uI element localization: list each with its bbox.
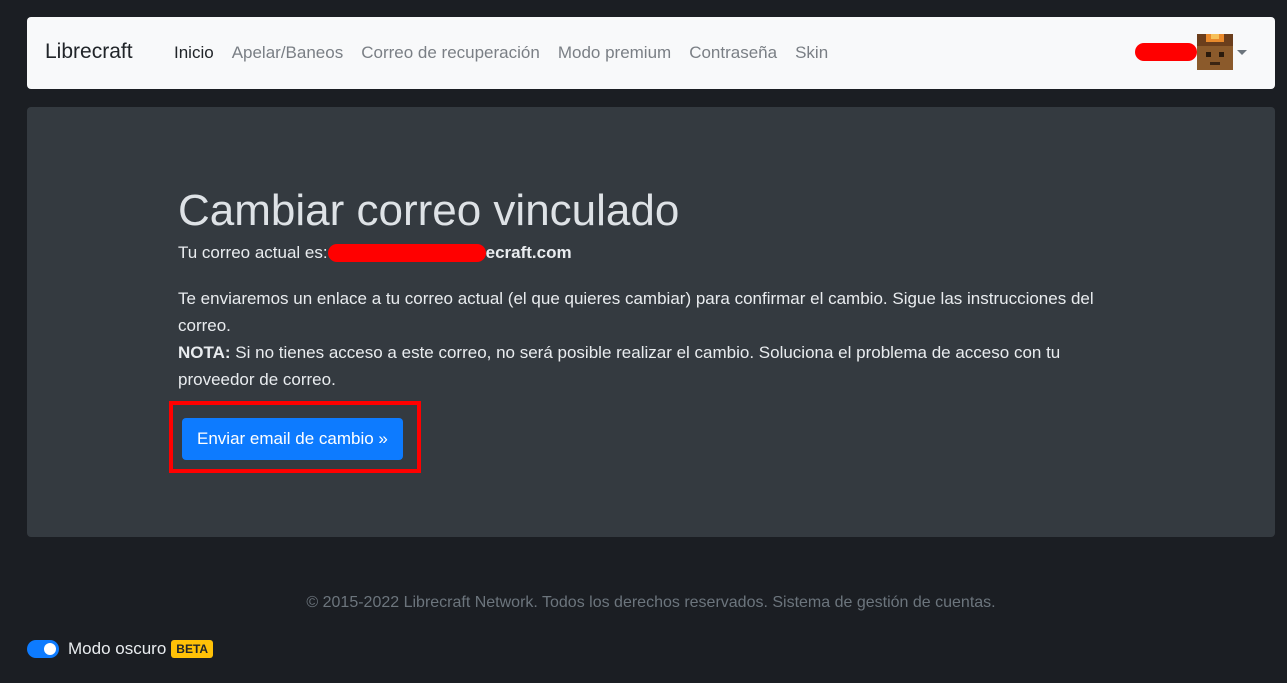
send-change-email-button[interactable]: Enviar email de cambio » <box>182 418 403 460</box>
nav-link-apelar-baneos[interactable]: Apelar/Baneos <box>223 43 353 63</box>
dark-mode-toggle: Modo oscuro BETA <box>27 639 214 659</box>
page-title: Cambiar correo vinculado <box>178 186 680 235</box>
current-email-suffix: ecraft.com <box>485 243 572 262</box>
nav-link-skin[interactable]: Skin <box>786 43 837 63</box>
redacted-email <box>327 244 486 262</box>
caret-down-icon <box>1237 49 1247 55</box>
current-email-label: Tu correo actual es: <box>178 243 328 262</box>
switch-knob <box>44 643 56 655</box>
main-panel: Cambiar correo vinculado Tu correo actua… <box>27 107 1275 537</box>
redacted-username <box>1135 43 1197 61</box>
dark-mode-switch[interactable] <box>27 640 59 658</box>
nav-link-modo-premium[interactable]: Modo premium <box>549 43 680 63</box>
footer: © 2015-2022 Librecraft Network. Todos lo… <box>306 594 996 611</box>
note-text: Si no tienes acceso a este correo, no se… <box>178 343 1061 389</box>
user-menu-dropdown[interactable] <box>1135 34 1247 70</box>
nav-link-inicio[interactable]: Inicio <box>165 43 223 63</box>
dark-mode-label: Modo oscuro <box>68 639 167 658</box>
navbar: Librecraft Inicio Apelar/Baneos Correo d… <box>27 17 1275 89</box>
brand-link[interactable]: Librecraft <box>45 40 133 64</box>
nav-links: Inicio Apelar/Baneos Correo de recuperac… <box>165 43 837 63</box>
avatar <box>1197 34 1233 70</box>
content: Cambiar correo vinculado Tu correo actua… <box>178 185 1128 393</box>
nav-link-correo-recuperacion[interactable]: Correo de recuperación <box>352 43 549 63</box>
instructions: Te enviaremos un enlace a tu correo actu… <box>178 285 1128 393</box>
nav-link-contrasena[interactable]: Contraseña <box>680 43 786 63</box>
description-text: Te enviaremos un enlace a tu correo actu… <box>178 289 1094 335</box>
current-email: Tu correo actual es: ecraft.com <box>178 243 1128 263</box>
beta-badge: BETA <box>171 640 214 658</box>
note-label: NOTA: <box>178 343 231 362</box>
